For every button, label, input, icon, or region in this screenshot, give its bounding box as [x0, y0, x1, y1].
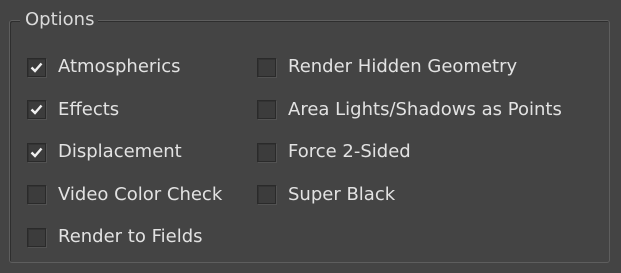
render-to-fields-checkbox[interactable]: [27, 227, 46, 247]
options-right-column: Render Hidden Geometry Area Lights/Shado…: [257, 46, 562, 216]
atmospherics-label[interactable]: Atmospherics: [58, 56, 181, 78]
option-super-black[interactable]: Super Black: [257, 174, 562, 217]
options-left-column: Atmospherics Effects Displacement Video …: [27, 46, 222, 259]
effects-label[interactable]: Effects: [58, 99, 119, 121]
force-2-sided-label[interactable]: Force 2-Sided: [288, 141, 411, 163]
area-lights-shadows-as-points-label[interactable]: Area Lights/Shadows as Points: [288, 99, 562, 121]
video-color-check-checkbox[interactable]: [27, 185, 46, 205]
option-area-lights-shadows-as-points[interactable]: Area Lights/Shadows as Points: [257, 89, 562, 132]
render-to-fields-label[interactable]: Render to Fields: [58, 226, 203, 248]
option-effects[interactable]: Effects: [27, 89, 222, 132]
checkmark-icon: [30, 62, 43, 73]
render-hidden-geometry-checkbox[interactable]: [257, 57, 276, 77]
displacement-checkbox[interactable]: [27, 142, 46, 162]
option-video-color-check[interactable]: Video Color Check: [27, 174, 222, 217]
video-color-check-label[interactable]: Video Color Check: [58, 184, 222, 206]
options-panel: Options Atmospherics Effects Displacemen…: [0, 0, 621, 273]
area-lights-shadows-as-points-checkbox[interactable]: [257, 100, 276, 120]
option-atmospherics[interactable]: Atmospherics: [27, 46, 222, 89]
checkmark-icon: [30, 104, 43, 116]
displacement-label[interactable]: Displacement: [58, 141, 182, 163]
option-render-to-fields[interactable]: Render to Fields: [27, 216, 222, 259]
effects-checkbox[interactable]: [27, 100, 46, 120]
option-force-2-sided[interactable]: Force 2-Sided: [257, 131, 562, 174]
checkmark-icon: [30, 147, 43, 158]
force-2-sided-checkbox[interactable]: [257, 142, 276, 162]
option-displacement[interactable]: Displacement: [27, 131, 222, 174]
atmospherics-checkbox[interactable]: [27, 57, 46, 77]
options-group-title: Options: [20, 8, 99, 32]
super-black-label[interactable]: Super Black: [288, 184, 395, 206]
render-hidden-geometry-label[interactable]: Render Hidden Geometry: [288, 56, 517, 78]
option-render-hidden-geometry[interactable]: Render Hidden Geometry: [257, 46, 562, 89]
super-black-checkbox[interactable]: [257, 185, 276, 205]
